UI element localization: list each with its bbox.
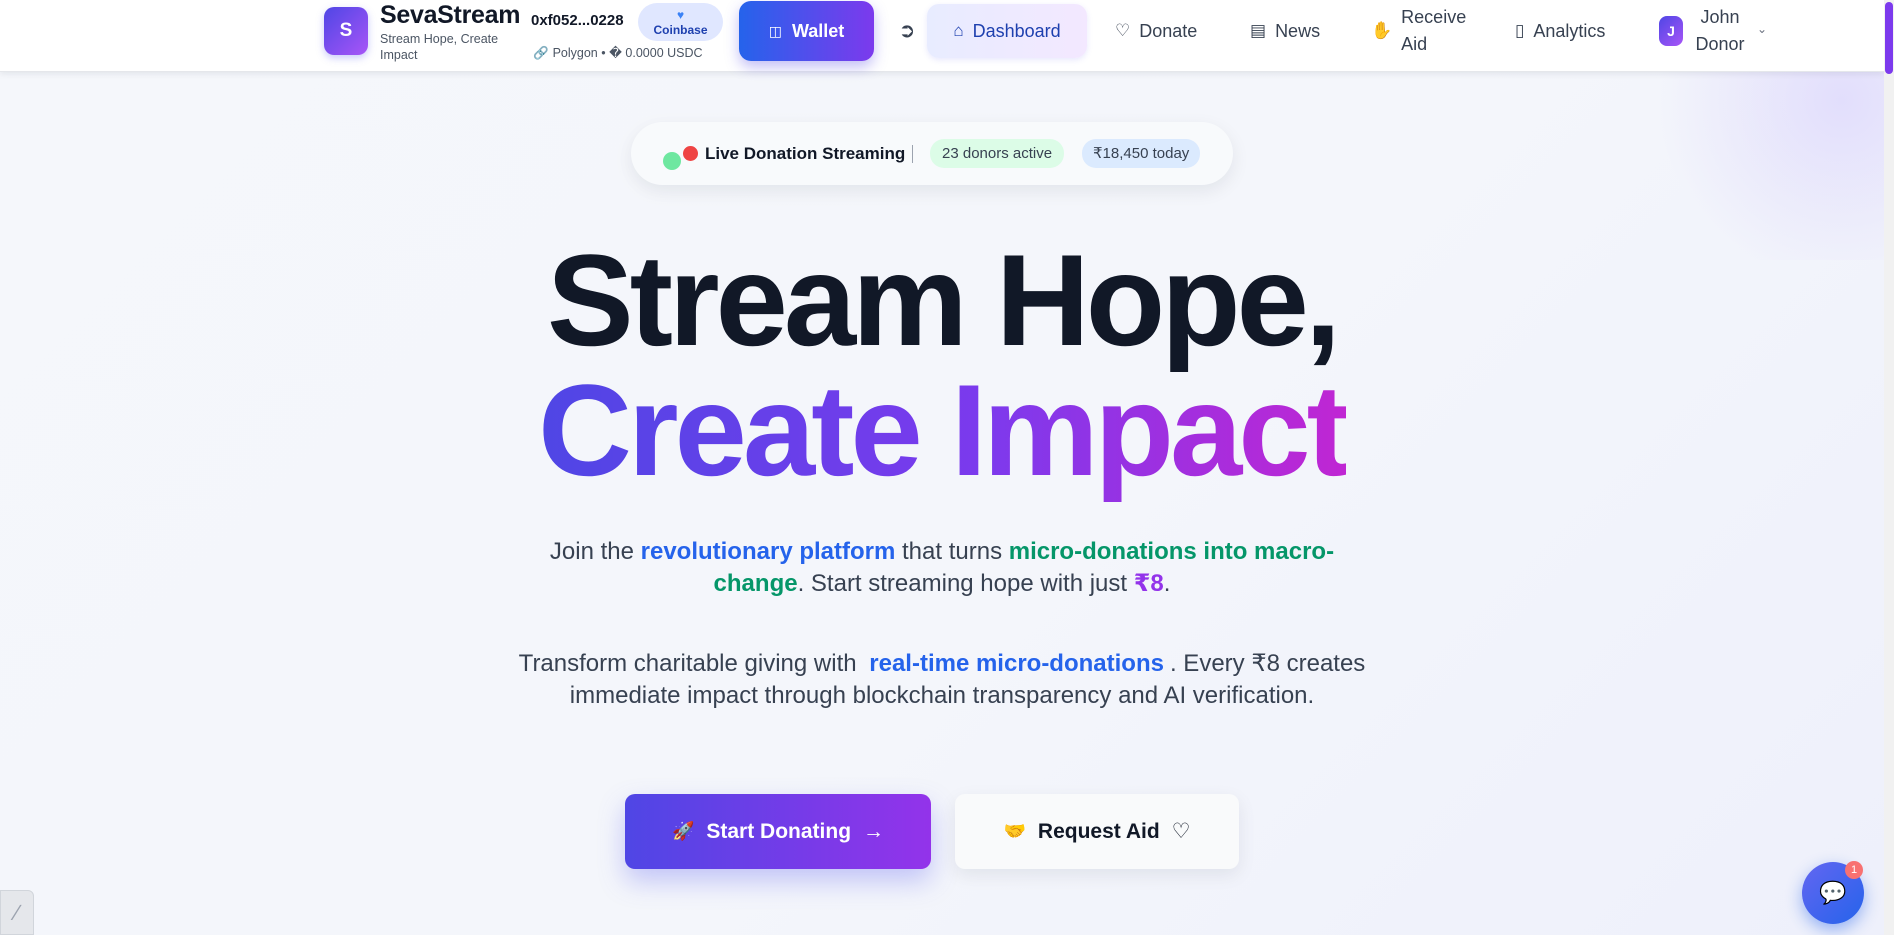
newspaper-icon: ▤ bbox=[1250, 21, 1267, 40]
nav-news[interactable]: ▤ News bbox=[1250, 4, 1320, 58]
hero-subtitle: Join the revolutionary platform that tur… bbox=[516, 536, 1368, 600]
network-name: Polygon bbox=[552, 46, 598, 60]
brand-logo[interactable]: S bbox=[324, 7, 368, 55]
description-text-a: Transform charitable giving with bbox=[518, 650, 864, 677]
chevron-down-icon[interactable]: ⌄ bbox=[1757, 22, 1767, 36]
scrollbar-track[interactable] bbox=[1884, 0, 1894, 935]
brand-tagline: Stream Hope, Create Impact bbox=[380, 32, 499, 62]
nav-dashboard[interactable]: ⌂ Dashboard bbox=[927, 4, 1087, 58]
corner-widget-icon[interactable]: ∕ bbox=[0, 890, 34, 935]
user-avatar[interactable]: J bbox=[1659, 16, 1683, 46]
donors-active-badge: 23 donors active bbox=[930, 139, 1065, 168]
nav-donate[interactable]: ♡ Donate bbox=[1115, 4, 1197, 58]
brand-name[interactable]: SevaStream bbox=[380, 1, 520, 30]
today-amount-badge: ₹18,450 today bbox=[1082, 139, 1201, 168]
live-divider bbox=[912, 145, 913, 163]
request-aid-button[interactable]: 🤝 Request Aid ♡ bbox=[955, 794, 1239, 869]
link-icon: 🔗 bbox=[533, 46, 549, 60]
bar-chart-icon: ▯ bbox=[1515, 21, 1525, 40]
start-donating-label: Start Donating bbox=[706, 819, 852, 843]
nav-donate-label: Donate bbox=[1139, 20, 1198, 41]
wallet-balance: � 0.0000 USDC bbox=[609, 46, 703, 60]
live-red-dot bbox=[683, 146, 698, 161]
rocket-icon: 🚀 bbox=[671, 821, 695, 841]
wallet-address: 0xf052...0228 bbox=[531, 12, 624, 29]
subtitle-text-e: . Start streaming hope with just bbox=[797, 570, 1134, 597]
request-aid-label: Request Aid bbox=[1037, 819, 1160, 843]
start-donating-button[interactable]: 🚀 Start Donating → bbox=[625, 794, 931, 869]
scrollbar-thumb[interactable] bbox=[1885, 2, 1893, 74]
nav-analytics[interactable]: ▯ Analytics bbox=[1515, 4, 1605, 58]
live-streaming-label: Live Donation Streaming bbox=[705, 144, 906, 163]
wallet-button[interactable]: ◫ Wallet bbox=[739, 1, 874, 61]
subtitle-highlight-platform: revolutionary platform bbox=[640, 538, 896, 565]
network-info: 🔗 Polygon • � 0.0000 USDC bbox=[533, 45, 703, 61]
chat-notification-badge: 1 bbox=[1845, 861, 1863, 879]
wallet-icon: ◫ bbox=[768, 22, 782, 39]
network-separator: • bbox=[601, 46, 606, 60]
user-name[interactable]: John Donor bbox=[1690, 4, 1750, 58]
subtitle-text-g: . bbox=[1163, 570, 1171, 597]
hand-coins-icon: ✋ bbox=[1371, 21, 1393, 40]
description-highlight: real-time micro-donations bbox=[869, 650, 1164, 677]
top-navigation-bar: S SevaStream Stream Hope, Create Impact … bbox=[0, 0, 1884, 72]
hero-description: Transform charitable giving with real-ti… bbox=[516, 648, 1368, 712]
handshake-icon: 🤝 bbox=[1003, 821, 1026, 841]
blue-heart-icon: ♥ bbox=[676, 8, 685, 22]
coinbase-badge: ♥ Coinbase bbox=[638, 3, 723, 41]
nav-receive-aid[interactable]: ✋ Receive Aid bbox=[1371, 4, 1471, 58]
live-green-dot bbox=[663, 152, 681, 170]
hero-title-line2: Create Impact bbox=[0, 355, 1884, 505]
nav-dashboard-label: Dashboard bbox=[972, 20, 1061, 41]
heart-outline-icon: ♡ bbox=[1171, 820, 1191, 843]
chat-bubble-icon: 💬 bbox=[1819, 880, 1847, 905]
nav-receive-aid-label: Receive Aid bbox=[1401, 7, 1467, 54]
arrow-right-icon: → bbox=[863, 819, 885, 843]
hero-title-gradient-text: Create Impact bbox=[538, 357, 1350, 503]
logout-icon[interactable]: ➲ bbox=[895, 19, 919, 43]
nav-analytics-label: Analytics bbox=[1533, 20, 1606, 41]
hero-title-line1: Stream Hope, bbox=[546, 227, 1341, 373]
subtitle-highlight-amount: ₹8 bbox=[1133, 570, 1164, 597]
home-icon: ⌂ bbox=[953, 21, 964, 40]
subtitle-text-c: that turns bbox=[895, 538, 1009, 565]
coinbase-label: Coinbase bbox=[653, 23, 708, 37]
subtitle-text-a: Join the bbox=[549, 538, 641, 565]
nav-news-label: News bbox=[1275, 20, 1321, 41]
heart-icon: ♡ bbox=[1115, 21, 1131, 40]
wallet-button-label: Wallet bbox=[791, 20, 845, 41]
